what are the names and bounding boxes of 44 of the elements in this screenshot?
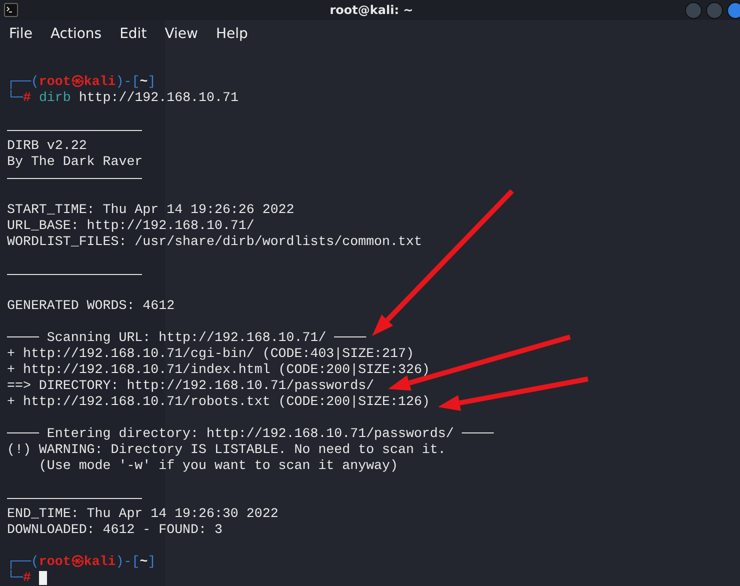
output-line: By The Dark Raver	[7, 154, 143, 170]
output-line: ==> DIRECTORY: http://192.168.10.71/passwords/	[7, 378, 374, 394]
prompt-frame: )-[	[116, 554, 140, 570]
prompt-corner: └─	[7, 90, 23, 106]
prompt-frame: ]	[148, 74, 156, 90]
output-line: + http://192.168.10.71/cgi-bin/ (CODE:403|SIZE:217)	[7, 346, 414, 362]
prompt-symbol: #	[22, 570, 31, 586]
output-line: URL_BASE: http://192.168.10.71/	[7, 218, 254, 234]
output-line: WORDLIST_FILES: /usr/share/dirb/wordlists/common.txt	[7, 234, 422, 250]
prompt-symbol: #	[22, 90, 31, 106]
output-line: START_TIME: Thu Apr 14 19:26:26 2022	[7, 202, 294, 218]
prompt-user: root	[38, 74, 71, 90]
prompt-host: kali	[84, 554, 116, 570]
output-line: DOWNLOADED: 4612 - FOUND: 3	[7, 522, 222, 538]
output-line: ──── Scanning URL: http://192.168.10.71/ ────	[7, 330, 366, 346]
output-line: GENERATED WORDS: 4612	[7, 298, 175, 314]
close-button[interactable]	[727, 2, 740, 18]
prompt-frame: ┌──(	[7, 74, 39, 90]
prompt-directory: ~	[140, 74, 148, 90]
prompt-user: root	[38, 554, 71, 570]
menu-item[interactable]: Edit	[114, 24, 152, 44]
command-argument: http://192.168.10.71	[78, 90, 238, 106]
prompt-host: kali	[84, 74, 116, 90]
menu-item[interactable]: Actions	[45, 24, 107, 44]
prompt-frame: ]	[148, 554, 156, 570]
prompt-frame: ┌──(	[7, 554, 39, 570]
prompt-at-symbol: ㉿	[70, 554, 84, 570]
output-line: (!) WARNING: Directory IS LISTABLE. No need to scan it.	[7, 442, 446, 458]
output-line: (Use mode '-w' if you want to scan it anyway)	[38, 458, 398, 474]
output-line: + http://192.168.10.71/index.html (CODE:200|SIZE:326)	[7, 362, 430, 378]
menu-item[interactable]: Help	[210, 24, 253, 44]
command-name: dirb	[38, 90, 71, 106]
prompt-directory: ~	[140, 554, 148, 570]
terminal-icon[interactable]	[4, 3, 18, 17]
window-title: root@kali: ~	[328, 2, 414, 19]
menu-item[interactable]: View	[160, 24, 203, 44]
output-line: ──── Entering directory: http://192.168.10.71/passwords/ ────	[7, 426, 494, 442]
prompt-at-symbol: ㉿	[70, 74, 84, 90]
output-line: + http://192.168.10.71/robots.txt (CODE:200|SIZE:126)	[7, 394, 430, 410]
menu-item[interactable]: File	[4, 24, 38, 44]
prompt-corner: └─	[7, 570, 23, 586]
prompt-frame: )-[	[116, 74, 140, 90]
output-line: END_TIME: Thu Apr 14 19:26:30 2022	[7, 506, 278, 522]
output-line: DIRB v2.22	[7, 138, 87, 154]
